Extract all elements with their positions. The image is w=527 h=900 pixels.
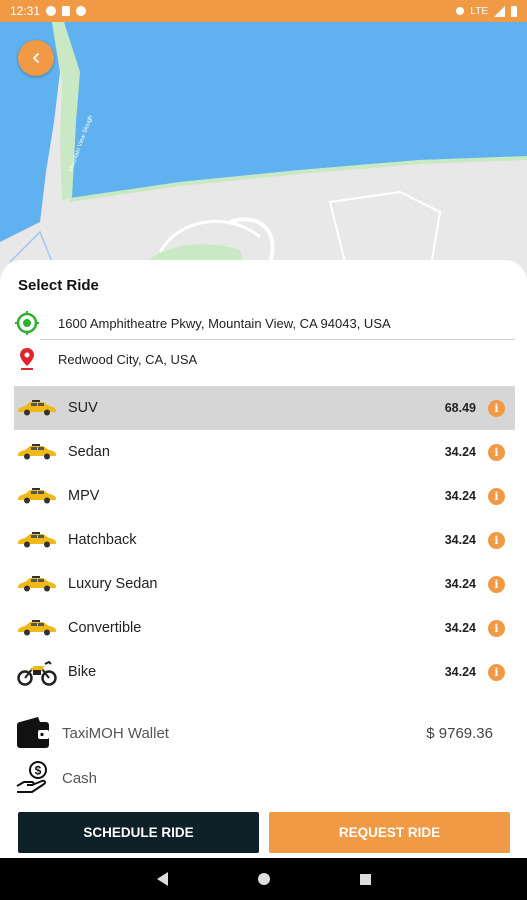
map-view[interactable]: Mountain View Slough <box>0 22 527 292</box>
info-icon[interactable]: i <box>488 531 505 549</box>
chevron-left-icon <box>33 53 39 63</box>
schedule-ride-button[interactable]: SCHEDULE RIDE <box>18 812 259 853</box>
location-divider <box>40 339 515 340</box>
ride-price: 34.24 <box>444 621 476 635</box>
ride-option-sedan[interactable]: Sedan 34.24 i <box>14 430 515 474</box>
info-icon[interactable]: i <box>488 443 505 461</box>
select-ride-sheet: Select Ride 1600 Amphitheatre Pkwy, Moun… <box>0 260 527 858</box>
network-label: LTE <box>470 5 488 17</box>
location-icon <box>456 7 465 15</box>
dropoff-location[interactable]: Redwood City, CA, USA <box>14 346 515 372</box>
wallet-label: TaxiMOH Wallet <box>62 724 169 742</box>
request-ride-button[interactable]: REQUEST RIDE <box>269 812 510 853</box>
car-icon <box>16 440 58 464</box>
ride-price: 34.24 <box>444 665 476 679</box>
info-icon[interactable]: i <box>488 663 505 681</box>
pickup-target-icon <box>14 310 40 336</box>
ride-name: SUV <box>68 400 98 416</box>
back-button[interactable] <box>18 40 54 76</box>
ride-name: Luxury Sedan <box>68 576 158 592</box>
pickup-location[interactable]: 1600 Amphitheatre Pkwy, Mountain View, C… <box>14 310 515 336</box>
ride-option-convertible[interactable]: Convertible 34.24 i <box>14 606 515 650</box>
battery-icon <box>511 5 517 17</box>
info-icon[interactable]: i <box>488 619 505 637</box>
ride-price: 34.24 <box>444 445 476 459</box>
ride-option-luxury-sedan[interactable]: Luxury Sedan 34.24 i <box>14 562 515 606</box>
ride-name: Sedan <box>68 444 110 460</box>
cash-hand-icon: $ <box>16 761 54 795</box>
bike-icon <box>16 660 58 686</box>
ride-price: 34.24 <box>444 489 476 503</box>
car-icon <box>16 528 58 552</box>
car-icon <box>16 396 58 420</box>
ride-list: SUV 68.49 i Sedan 34.24 i MPV 34.24 i Ha… <box>14 386 515 694</box>
status-bar: 12:31 LTE <box>0 0 527 22</box>
system-nav-bar <box>0 858 527 900</box>
pickup-address: 1600 Amphitheatre Pkwy, Mountain View, C… <box>58 315 391 331</box>
svg-text:$: $ <box>35 764 42 778</box>
nav-back-icon[interactable] <box>156 872 168 886</box>
cash-label: Cash <box>62 769 98 787</box>
payment-wallet[interactable]: TaxiMOH Wallet $ 9769.36 <box>16 716 493 750</box>
ride-name: Convertible <box>68 620 142 636</box>
info-icon[interactable]: i <box>488 399 505 417</box>
car-icon <box>16 616 58 640</box>
car-icon <box>16 484 58 508</box>
map-pin-icon <box>14 346 40 372</box>
sim-icon <box>62 6 71 16</box>
ride-option-mpv[interactable]: MPV 34.24 i <box>14 474 515 518</box>
ride-price: 34.24 <box>444 533 476 547</box>
info-icon[interactable]: i <box>488 575 505 593</box>
payment-cash[interactable]: $ Cash <box>16 760 493 796</box>
ride-name: Bike <box>68 664 97 680</box>
dropoff-address: Redwood City, CA, USA <box>58 351 198 367</box>
info-icon[interactable]: i <box>488 487 505 505</box>
shield-icon <box>76 6 87 16</box>
sheet-title: Select Ride <box>18 277 99 294</box>
ride-option-hatchback[interactable]: Hatchback 34.24 i <box>14 518 515 562</box>
ride-option-suv[interactable]: SUV 68.49 i <box>14 386 515 430</box>
nav-home-icon[interactable] <box>257 873 270 885</box>
ride-option-bike[interactable]: Bike 34.24 i <box>14 650 515 694</box>
signal-icon <box>494 5 505 17</box>
ride-price: 34.24 <box>444 577 476 591</box>
map-graphic: Mountain View Slough <box>0 22 527 292</box>
car-icon <box>16 572 58 596</box>
ride-name: MPV <box>68 488 100 504</box>
ride-price: 68.49 <box>444 401 476 415</box>
ride-name: Hatchback <box>68 532 137 548</box>
notification-icon <box>46 6 57 16</box>
action-buttons: SCHEDULE RIDE REQUEST RIDE <box>18 812 510 853</box>
nav-recents-icon[interactable] <box>359 873 371 885</box>
wallet-balance: $ 9769.36 <box>426 724 493 742</box>
status-time: 12:31 <box>10 4 41 18</box>
wallet-icon <box>16 716 54 750</box>
